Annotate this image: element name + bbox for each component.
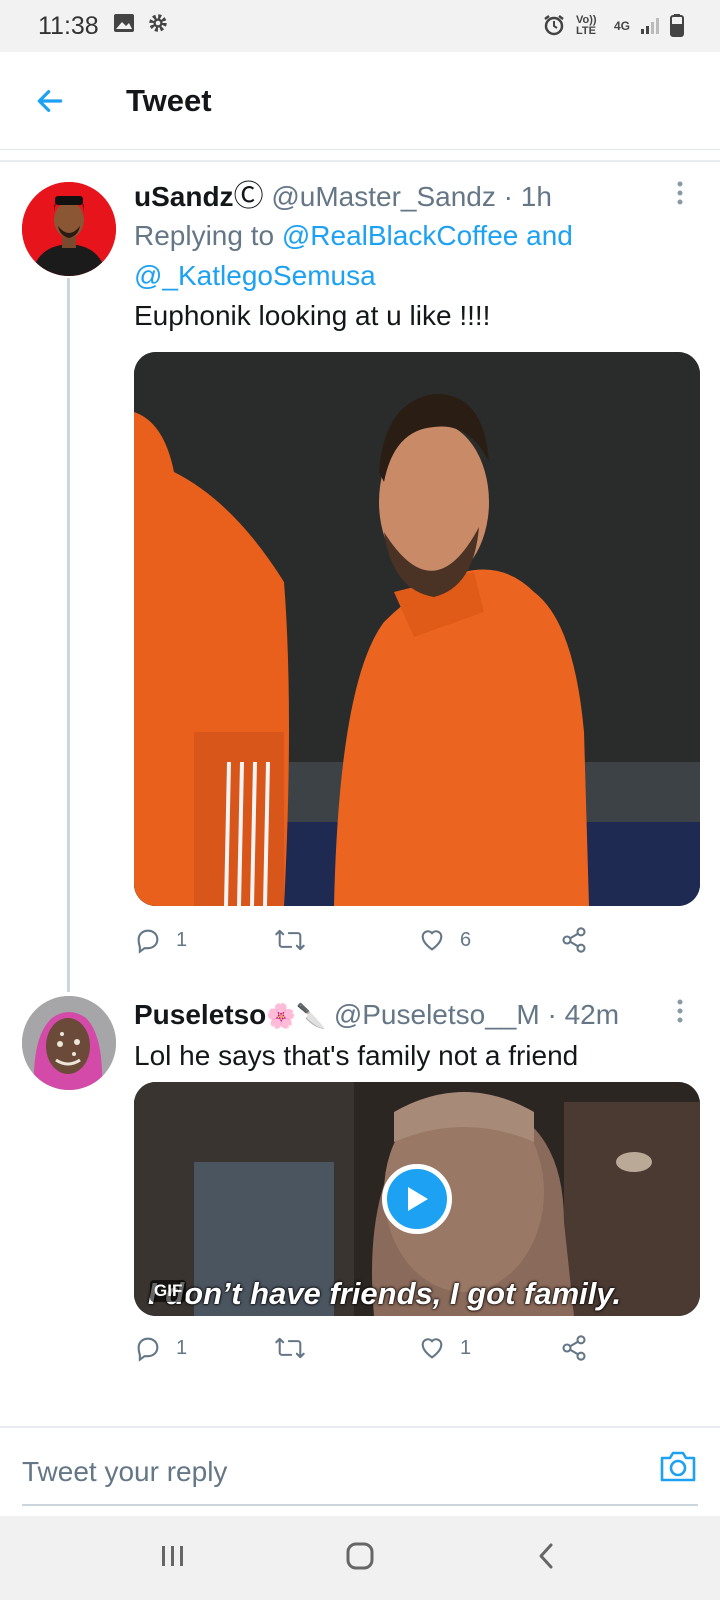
share-button[interactable] — [560, 1334, 588, 1362]
camera-icon[interactable] — [658, 1448, 698, 1489]
author-handle: @uMaster_Sandz · 1h — [271, 181, 552, 212]
system-back-button[interactable] — [532, 1541, 562, 1576]
retweet-icon — [275, 929, 305, 951]
back-arrow-icon — [37, 89, 63, 112]
app-bar: Tweet — [0, 52, 720, 150]
reply-composer: Tweet your reply — [0, 1426, 720, 1516]
reply-input[interactable]: Tweet your reply — [22, 1456, 227, 1488]
share-icon — [562, 1335, 586, 1361]
tweet-actions: 1 1 — [134, 1328, 614, 1368]
tweet-text: Euphonik looking at u like !!!! — [134, 300, 491, 331]
retweet-icon — [275, 1337, 305, 1359]
author-name[interactable]: uSandz — [134, 181, 234, 212]
input-underline — [22, 1504, 698, 1506]
back-button[interactable] — [0, 52, 100, 150]
system-nav-bar — [0, 1516, 720, 1600]
share-button[interactable] — [560, 926, 588, 954]
recent-apps-button[interactable] — [158, 1541, 188, 1576]
signal-label: 4G — [613, 19, 630, 33]
replying-to-label: Replying to — [134, 220, 282, 251]
reply-user-link[interactable]: @_KatlegoSemusa — [134, 260, 376, 291]
page-title: Tweet — [126, 82, 212, 118]
status-bar: 11:38 Vo)) LTE 4G — [0, 0, 720, 52]
tweet-image[interactable] — [134, 352, 700, 906]
home-button[interactable] — [344, 1540, 376, 1577]
signal-icon — [640, 15, 660, 38]
divider — [0, 160, 720, 162]
tweet-header: Puseletso🌸🔪 @Puseletso__M · 42m — [134, 996, 700, 1036]
more-options-icon[interactable] — [676, 998, 684, 1031]
tweet-gif[interactable]: I don’t have friends, I got family. GIF — [134, 1082, 700, 1316]
settings-icon — [147, 12, 169, 40]
verified-c-icon: Ⓒ — [233, 180, 264, 213]
reply-user-link[interactable]: @RealBlackCoffee and — [282, 220, 573, 251]
like-count: 1 — [460, 1336, 472, 1359]
gif-badge: GIF — [150, 1280, 187, 1302]
tweet-actions: 1 6 — [134, 920, 614, 960]
gallery-icon — [113, 13, 135, 39]
reply-count: 1 — [176, 1336, 188, 1359]
author-handle: @Puseletso__M · 42m — [333, 999, 620, 1030]
status-time: 11:38 — [38, 11, 99, 40]
replying-to: Replying to @RealBlackCoffee and @_Katle… — [134, 216, 700, 296]
share-icon — [562, 927, 586, 953]
tweet[interactable]: Puseletso🌸🔪 @Puseletso__M · 42m Lol he s… — [0, 996, 720, 1416]
heart-icon — [421, 1338, 443, 1359]
like-count: 6 — [460, 928, 472, 951]
avatar[interactable] — [22, 182, 116, 276]
tweet[interactable]: uSandzⒸ @uMaster_Sandz · 1h Replying to … — [0, 178, 720, 988]
name-emoji: 🌸🔪 — [266, 1003, 327, 1030]
retweet-button[interactable] — [274, 926, 418, 954]
status-indicators: Vo)) LTE 4G — [542, 13, 684, 40]
tweet-text: Lol he says that's family not a friend — [134, 1040, 579, 1071]
avatar[interactable] — [22, 996, 116, 1090]
alarm-icon — [542, 13, 566, 40]
gif-caption: I don’t have friends, I got family. — [148, 1276, 622, 1311]
author-name[interactable]: Puseletso — [134, 999, 266, 1030]
heart-icon — [421, 930, 443, 951]
reply-button[interactable]: 1 — [134, 926, 274, 954]
more-options-icon[interactable] — [676, 180, 684, 213]
reply-icon — [137, 1337, 159, 1362]
network-label: Vo)) LTE — [575, 14, 597, 37]
reply-count: 1 — [176, 928, 188, 951]
reply-icon — [137, 929, 159, 954]
like-button[interactable]: 1 — [418, 1334, 560, 1362]
tweet-header: uSandzⒸ @uMaster_Sandz · 1h — [134, 178, 700, 216]
play-icon — [408, 1187, 428, 1211]
battery-icon — [670, 13, 684, 40]
like-button[interactable]: 6 — [418, 926, 560, 954]
play-button[interactable] — [382, 1164, 452, 1234]
retweet-button[interactable] — [274, 1334, 418, 1362]
reply-button[interactable]: 1 — [134, 1334, 274, 1362]
